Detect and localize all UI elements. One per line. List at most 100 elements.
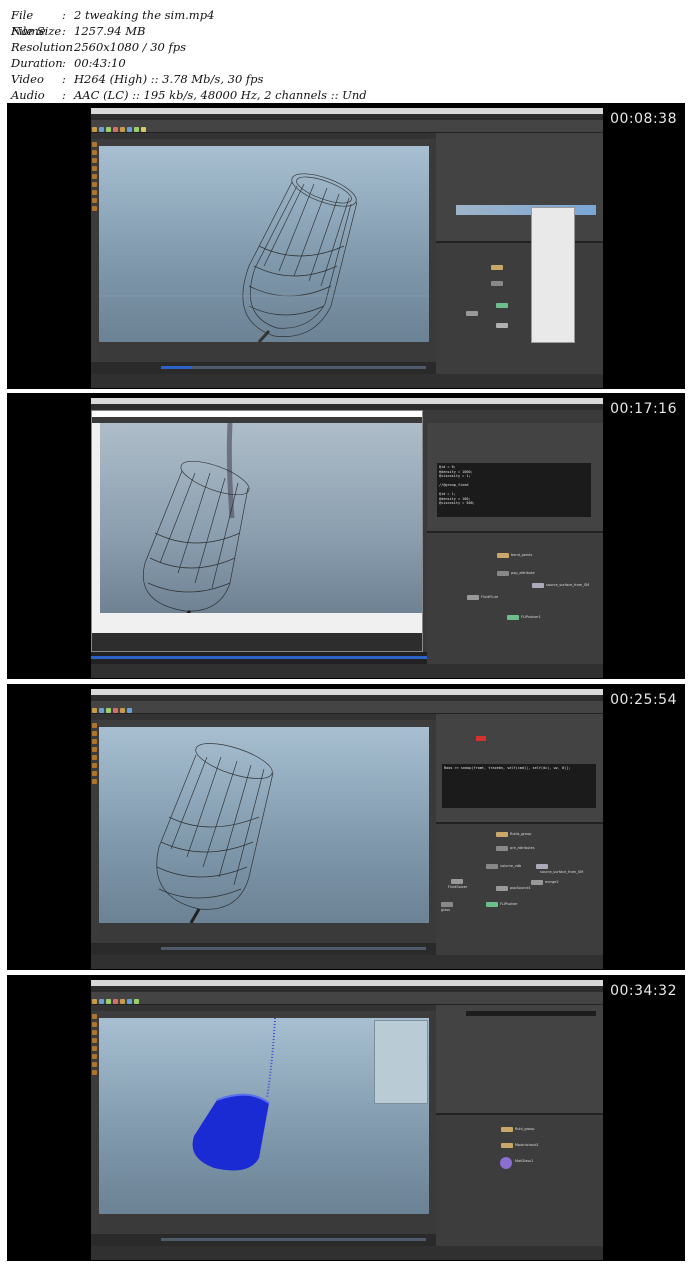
flipbook-viewport[interactable] <box>100 423 422 613</box>
info-colon: : <box>62 88 66 102</box>
right-panel <box>436 133 603 374</box>
material-node[interactable] <box>500 1157 512 1169</box>
wireframe-glass-pour <box>143 423 250 613</box>
status-bar <box>91 374 603 388</box>
info-colon: : <box>62 8 66 22</box>
node-label: fluid_group <box>515 1127 535 1131</box>
node[interactable] <box>496 846 508 851</box>
info-row: Video: H264 (High) :: 3.78 Mb/s, 30 fps <box>11 71 651 87</box>
node[interactable] <box>497 553 509 558</box>
thumbnail-1: 00:08:38 <box>7 103 685 389</box>
node-label: fluids_group <box>510 832 532 836</box>
info-colon: : <box>62 56 66 70</box>
vex-code-editor[interactable]: Roos >> snoop(fromt, tracebn, self(cmd))… <box>442 764 596 808</box>
info-key: File Size <box>11 24 62 38</box>
viewport[interactable] <box>99 1018 429 1214</box>
node[interactable] <box>501 1127 513 1132</box>
node-label: source_surface_from_SM <box>546 583 590 587</box>
mplay-timeline[interactable] <box>92 633 422 651</box>
node[interactable] <box>496 323 508 328</box>
houdini-screen: fluid_group Mpointcloud1 MatGlass1 <box>91 980 603 1260</box>
status-bar <box>91 1246 603 1260</box>
node[interactable] <box>491 265 503 270</box>
node[interactable] <box>466 311 478 316</box>
shelf-toolbar <box>91 992 603 1005</box>
thumbnail-3: Roos >> snoop(fromt, tracebn, self(cmd))… <box>7 684 685 970</box>
network-view[interactable] <box>436 243 603 374</box>
node-label: FLIPsolver <box>500 902 518 906</box>
vex-code-editor[interactable]: @id = 0; @density = 1000; @viscosity = 1… <box>437 463 591 517</box>
node[interactable] <box>496 886 508 891</box>
timeline[interactable] <box>91 943 436 955</box>
timeline[interactable] <box>91 362 436 374</box>
info-row: Duration:00:43:10 <box>11 55 651 71</box>
node[interactable] <box>441 902 453 907</box>
info-value: 1257.94 MB <box>74 24 146 38</box>
node[interactable] <box>507 615 519 620</box>
node[interactable] <box>501 1143 513 1148</box>
node-label: FluidFluid <box>481 595 498 599</box>
node[interactable] <box>486 902 498 907</box>
timeline[interactable] <box>91 652 436 664</box>
houdini-screen: Roos >> snoop(fromt, tracebn, self(cmd))… <box>91 689 603 969</box>
timeline[interactable] <box>91 1234 436 1246</box>
color-swatch[interactable] <box>476 736 486 741</box>
viewport[interactable] <box>99 146 429 342</box>
info-value: AAC (LC) :: 195 kb/s, 48000 Hz, 2 channe… <box>74 88 367 102</box>
info-row: Resolution:2560x1080 / 30 fps <box>11 39 651 55</box>
thumbnail-4: fluid_group Mpointcloud1 MatGlass1 00:34… <box>7 975 685 1261</box>
node[interactable] <box>486 864 498 869</box>
node-label: pre_attributes <box>510 846 535 850</box>
node[interactable] <box>532 583 544 588</box>
info-row: File Name:2 tweaking the sim.mp4 <box>11 7 651 38</box>
node[interactable] <box>536 864 548 869</box>
network-view[interactable]: bend_points pop_attribute source_surface… <box>427 533 603 664</box>
info-key: Video <box>11 72 44 86</box>
viewport-toolbar <box>99 720 429 727</box>
node[interactable] <box>496 303 508 308</box>
node[interactable] <box>531 880 543 885</box>
network-view[interactable]: fluids_group pre_attributes volume_vdb s… <box>436 824 603 955</box>
mplay-window[interactable] <box>91 410 423 652</box>
parameter-editor: Roos >> snoop(fromt, tracebn, self(cmd))… <box>436 714 603 824</box>
info-value: 2560x1080 / 30 fps <box>74 40 187 54</box>
info-value: 00:43:10 <box>74 56 126 70</box>
group-field[interactable] <box>466 1011 596 1016</box>
node[interactable] <box>497 571 509 576</box>
parameter-editor <box>436 133 603 243</box>
info-key: File Name <box>11 8 46 38</box>
node[interactable] <box>491 281 503 286</box>
node[interactable] <box>496 832 508 837</box>
viewport[interactable] <box>99 727 429 923</box>
info-row: File Size:1257.94 MB <box>11 23 651 39</box>
node-label: merge2 <box>545 880 559 884</box>
info-row: Audio: AAC (LC) :: 195 kb/s, 48000 Hz, 2 … <box>11 87 651 103</box>
info-colon: : <box>62 24 66 38</box>
parameter-editor <box>436 1005 603 1115</box>
info-colon: : <box>62 72 66 86</box>
info-value: H264 (High) :: 3.78 Mb/s, 30 fps <box>74 72 264 86</box>
info-colon: : <box>62 40 66 54</box>
node-label: popSource1 <box>510 886 531 890</box>
node[interactable] <box>467 595 479 600</box>
node-label: MatGlass1 <box>515 1159 534 1163</box>
parameter-editor: @id = 0; @density = 1000; @viscosity = 1… <box>427 423 603 533</box>
houdini-screen: @id = 0; @density = 1000; @viscosity = 1… <box>91 398 603 678</box>
info-key: Audio <box>11 88 45 102</box>
timeline-range <box>161 366 191 369</box>
node[interactable] <box>451 879 463 884</box>
node-label: Mpointcloud1 <box>515 1143 539 1147</box>
houdini-screen <box>91 108 603 388</box>
node-label: FLIPsolver1 <box>521 615 541 619</box>
left-toolbar <box>91 1011 99 1232</box>
dropdown-menu[interactable] <box>531 207 575 343</box>
network-view[interactable]: fluid_group Mpointcloud1 MatGlass1 <box>436 1115 603 1246</box>
color-ramp[interactable] <box>456 205 596 215</box>
timestamp: 00:08:38 <box>610 111 677 127</box>
left-toolbar <box>91 139 99 360</box>
wireframe-glass <box>99 173 429 342</box>
info-key: Resolution <box>11 40 74 54</box>
spreadsheet-popup[interactable] <box>374 1020 428 1104</box>
viewport-toolbar <box>99 1011 429 1018</box>
status-bar <box>91 955 603 969</box>
